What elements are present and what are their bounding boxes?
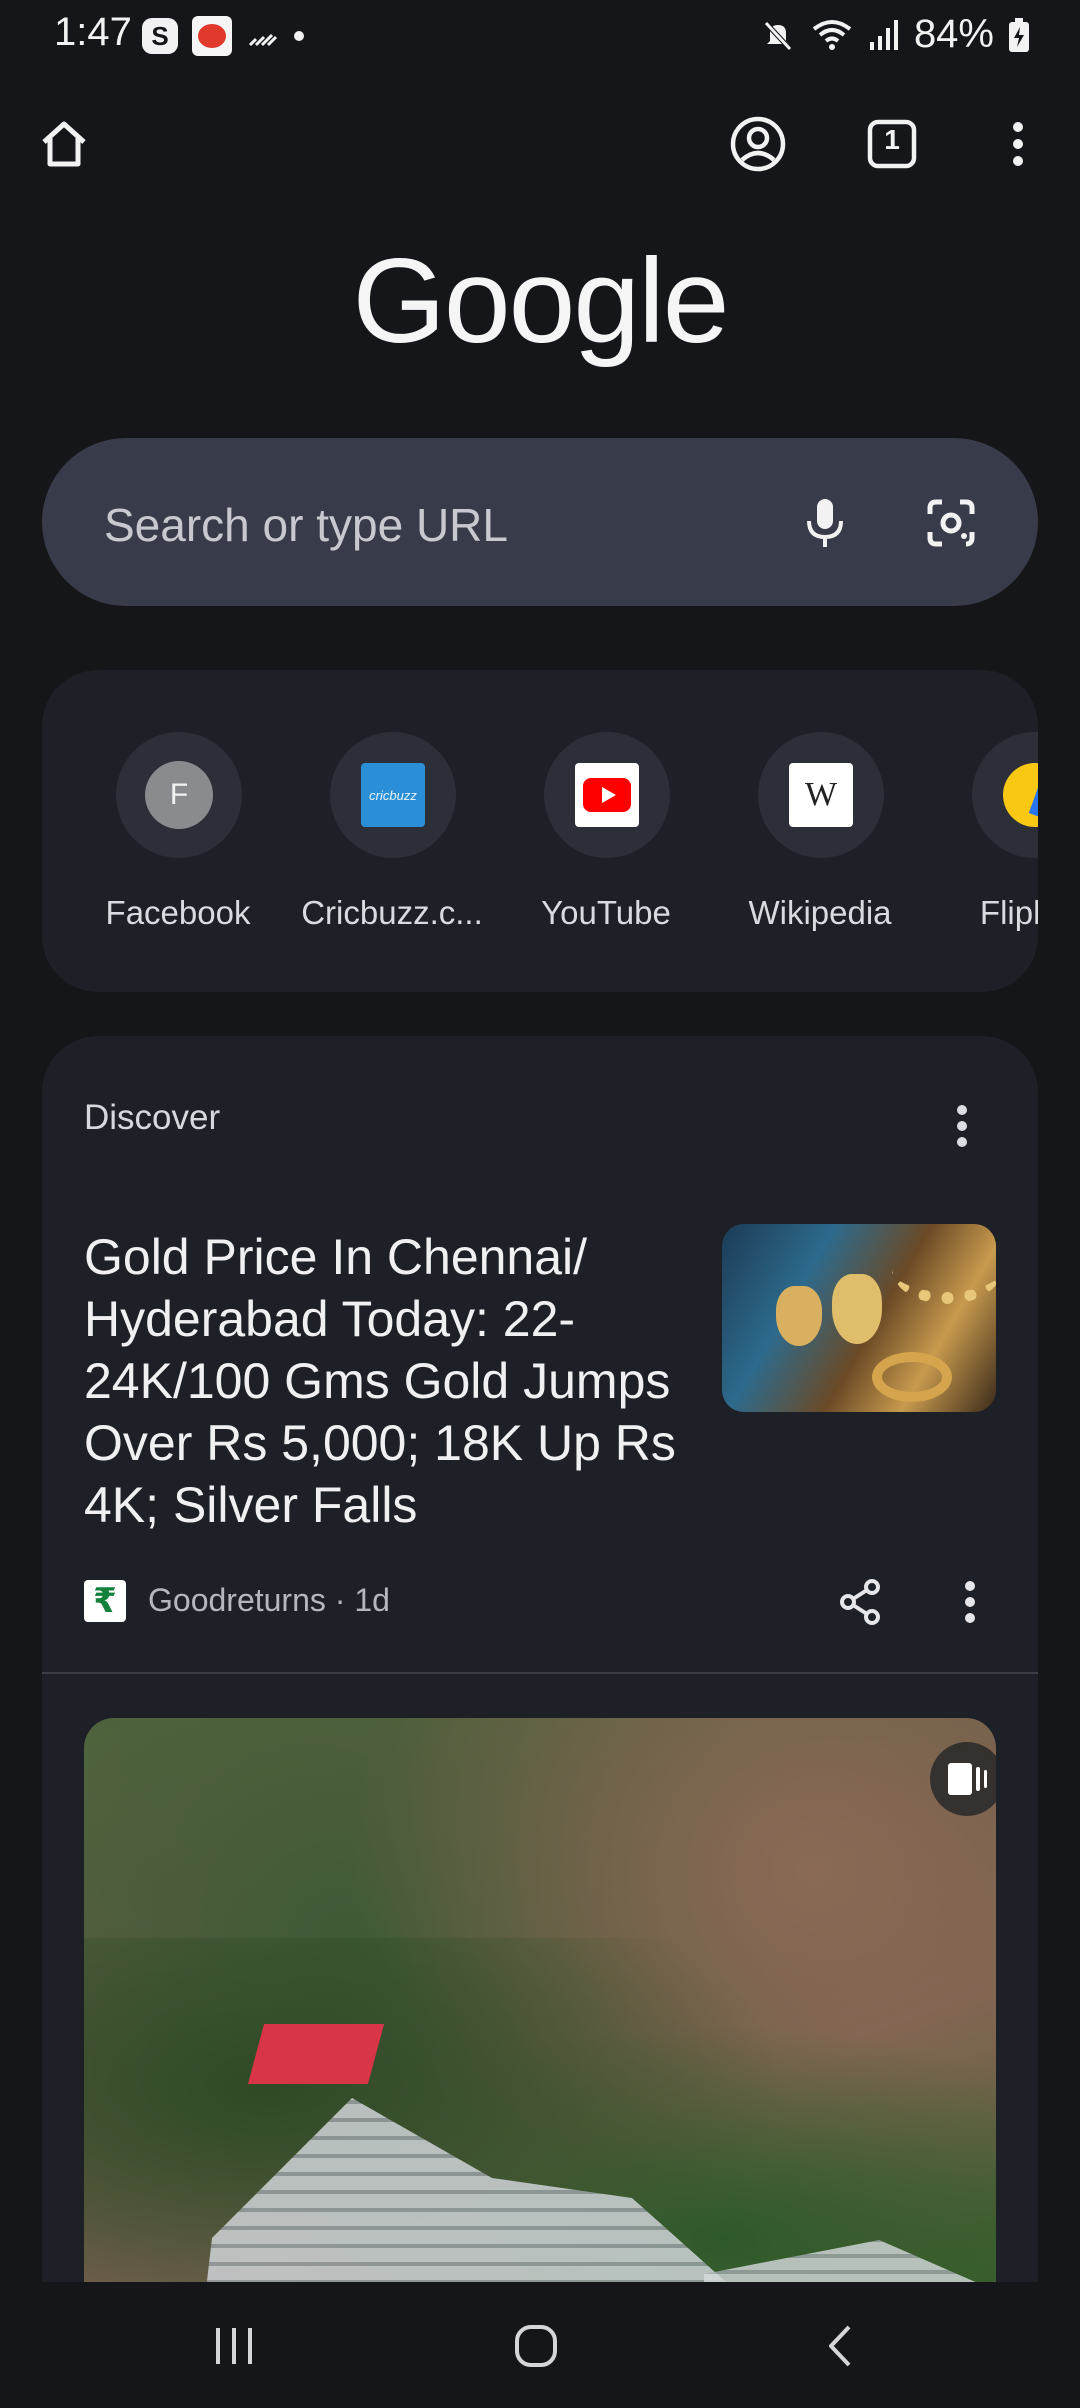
mic-icon [807, 499, 843, 547]
goodreturns-icon: ₹ [84, 1580, 126, 1622]
signal-slash-icon [248, 33, 278, 47]
discover-title: Discover [84, 1098, 221, 1137]
tab-count: 1 [884, 124, 900, 155]
wifi-icon [812, 19, 852, 50]
home-circle-icon [515, 2325, 557, 2367]
account-button[interactable] [718, 104, 798, 184]
system-icons: 84% [760, 12, 1030, 57]
discover-feed: Discover Gold Price In Chennai/ Hyderaba… [42, 1036, 1038, 2408]
cell-signal-icon [869, 19, 898, 50]
divider [42, 1672, 1038, 1674]
lens-button[interactable] [908, 480, 994, 566]
shortcut-label: Facebook [105, 894, 251, 931]
notification-dot [294, 31, 304, 41]
article-headline[interactable]: Gold Price In Chennai/ Hyderabad Today: … [84, 1226, 724, 1536]
article-source: Goodreturns · 1d [148, 1582, 390, 1618]
flipkart-favicon [1003, 763, 1038, 827]
more-vert-icon [965, 1581, 975, 1623]
screen: 1:47 S 84% 1 Google Search or type URL F… [0, 0, 1080, 2408]
back-button[interactable] [790, 2306, 890, 2386]
web-stories-icon [930, 1742, 996, 1816]
more-options-button[interactable] [978, 104, 1058, 184]
search-bar[interactable]: Search or type URL [42, 438, 1038, 606]
shortcut-label: Wikipedia [748, 894, 892, 931]
more-vert-icon [1013, 122, 1023, 166]
notification-icons: S [142, 16, 304, 56]
discover-menu-button[interactable] [922, 1086, 1002, 1166]
facebook-favicon: F [145, 761, 213, 829]
cricbuzz-favicon: cricbuzz [361, 763, 425, 827]
tab-switcher-button[interactable]: 1 [852, 104, 932, 184]
s-app-icon: S [142, 18, 178, 54]
recents-button[interactable] [184, 2306, 284, 2386]
search-input[interactable]: Search or type URL [104, 498, 508, 552]
article-thumbnail[interactable] [722, 1224, 996, 1412]
system-nav-bar [0, 2282, 1080, 2408]
shortcut-flipkart[interactable]: Flipkart [934, 732, 1038, 952]
shortcut-facebook[interactable]: F Facebook [78, 732, 278, 952]
more-vert-icon [957, 1105, 967, 1147]
home-icon [42, 121, 86, 167]
battery-percent: 84% [913, 12, 994, 56]
back-icon [829, 2325, 851, 2367]
google-logo: Google [352, 234, 730, 368]
mute-icon [764, 20, 792, 51]
wikipedia-favicon: W [789, 763, 853, 827]
status-bar: 1:47 S 84% [0, 0, 1080, 70]
most-visited-tiles: F Facebook cricbuzz Cricbuzz.c... YouTub… [42, 670, 1038, 992]
article-menu-button[interactable] [930, 1562, 1010, 1642]
shortcut-wikipedia[interactable]: W Wikipedia [720, 732, 920, 952]
share-icon [840, 1579, 880, 1625]
home-button[interactable] [24, 104, 104, 184]
shortcut-youtube[interactable]: YouTube [506, 732, 706, 952]
lens-icon [927, 499, 975, 547]
account-icon [730, 116, 786, 172]
news-app-icon [192, 16, 232, 56]
youtube-favicon [575, 763, 639, 827]
home-nav-button[interactable] [486, 2306, 586, 2386]
shortcut-label: YouTube [541, 894, 671, 931]
battery-charging-icon [1009, 17, 1029, 52]
shortcut-label: Cricbuzz.c... [301, 894, 483, 931]
voice-search-button[interactable] [782, 480, 868, 566]
shortcut-cricbuzz[interactable]: cricbuzz Cricbuzz.c... [292, 732, 492, 952]
status-time: 1:47 [54, 10, 132, 54]
share-button[interactable] [820, 1562, 900, 1642]
recents-icon [216, 2328, 252, 2364]
shortcut-label: Flipkart [979, 894, 1038, 931]
